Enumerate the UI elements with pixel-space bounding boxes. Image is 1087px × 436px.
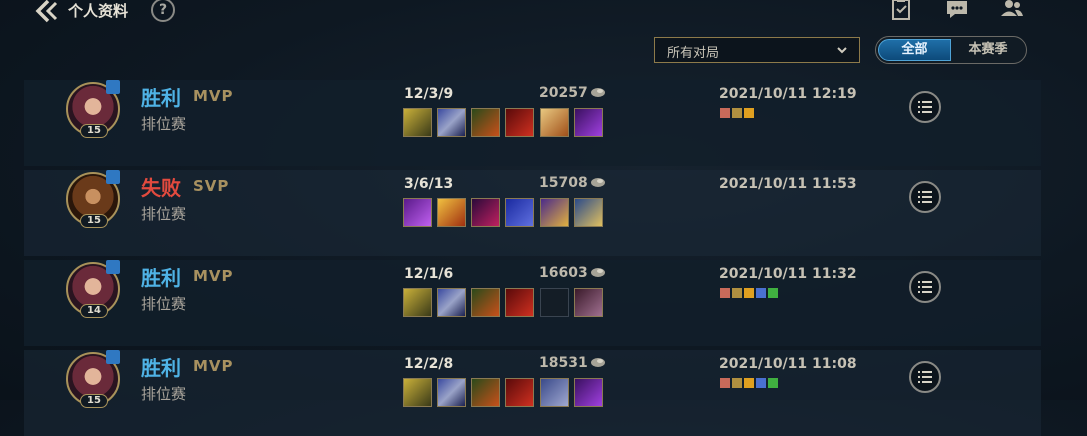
champion-level: 15 [80,214,108,228]
party-icon [106,170,120,184]
rune-icon [732,288,742,298]
rune-icon [768,378,778,388]
champion-level: 14 [80,304,108,318]
game-mode: 排位赛 [141,295,187,313]
clipboard-icon[interactable] [889,0,913,20]
match-row[interactable]: 15 胜利 MVP 排位赛 12/3/9 20257 2021/10/11 12… [24,80,1041,166]
match-row[interactable]: 15 胜利 MVP 排位赛 12/2/8 18531 2021/10/11 11… [24,350,1041,436]
rune-icon [744,108,754,118]
kda: 3/6/13 [404,176,454,192]
item-slot[interactable] [471,288,500,317]
rune-icon [732,108,742,118]
rune-icon [744,288,754,298]
item-slot[interactable] [471,108,500,137]
item-slot[interactable] [403,198,432,227]
rune-icon [732,378,742,388]
top-bar: 个人资料 ? [0,0,1087,28]
party-icon [106,350,120,364]
page-title: 个人资料 [68,2,129,20]
item-slot[interactable] [540,378,569,407]
champion-level: 15 [80,124,108,138]
rune-icon [768,288,778,298]
match-result: 胜利 [141,86,181,110]
rune-icon [720,378,730,388]
champion-level: 15 [80,394,108,408]
question-icon[interactable]: ? [151,0,175,22]
list-icon[interactable] [909,91,941,123]
rune-icon [756,288,766,298]
item-build [403,198,607,229]
gold-amount: 16603 [539,265,588,281]
chat-icon[interactable] [945,0,969,20]
rune-icon [756,378,766,388]
item-build [403,378,607,409]
mvp-badge: MVP [193,87,234,105]
item-slot[interactable] [540,108,569,137]
match-date: 2021/10/11 11:32 [719,266,857,282]
empty-item-slot[interactable] [540,288,569,317]
item-slot[interactable] [437,108,466,137]
item-slot[interactable] [540,198,569,227]
item-slot[interactable] [471,198,500,227]
item-slot[interactable] [505,288,534,317]
game-mode: 排位赛 [141,205,187,223]
item-build [403,108,607,139]
item-slot[interactable] [437,288,466,317]
match-row[interactable]: 14 胜利 MVP 排位赛 12/1/6 16603 2021/10/11 11… [24,260,1041,346]
gold-icon [591,88,605,97]
item-slot[interactable] [471,378,500,407]
item-slot[interactable] [505,108,534,137]
game-mode: 排位赛 [141,385,187,403]
match-result: 胜利 [141,266,181,290]
chevron-down-icon [837,47,847,54]
party-icon [106,260,120,274]
season-toggle: 全部 本赛季 [875,36,1027,64]
chevron-left-icon[interactable] [34,0,62,23]
match-result: 胜利 [141,356,181,380]
item-slot[interactable] [574,378,603,407]
item-slot[interactable] [437,198,466,227]
match-result: 失败 [141,176,181,200]
rune-icon [720,108,730,118]
mvp-badge: MVP [193,357,234,375]
item-slot[interactable] [437,378,466,407]
match-date: 2021/10/11 11:53 [719,176,857,192]
filter-value: 所有对局 [667,46,720,61]
rune-icon [744,378,754,388]
item-slot[interactable] [574,288,603,317]
gold-icon [591,268,605,277]
item-slot[interactable] [403,108,432,137]
item-slot[interactable] [574,108,603,137]
gold-icon [591,178,605,187]
match-filter-dropdown[interactable]: 所有对局 [654,37,860,63]
list-icon[interactable] [909,181,941,213]
gold-icon [591,358,605,367]
tab-this-season[interactable]: 本赛季 [952,39,1024,61]
kda: 12/3/9 [404,86,454,102]
item-build [403,288,607,319]
item-slot[interactable] [403,378,432,407]
svp-badge: SVP [193,177,230,195]
item-slot[interactable] [505,198,534,227]
match-date: 2021/10/11 12:19 [719,86,857,102]
gold-amount: 18531 [539,355,588,371]
kda: 12/2/8 [404,356,454,372]
list-icon[interactable] [909,361,941,393]
item-slot[interactable] [505,378,534,407]
item-slot[interactable] [403,288,432,317]
rune-icon [720,288,730,298]
gold-amount: 20257 [539,85,588,101]
item-slot[interactable] [574,198,603,227]
match-row[interactable]: 15 失败 SVP 排位赛 3/6/13 15708 2021/10/11 11… [24,170,1041,256]
match-date: 2021/10/11 11:08 [719,356,857,372]
game-mode: 排位赛 [141,115,187,133]
party-icon [106,80,120,94]
kda: 12/1/6 [404,266,454,282]
mvp-badge: MVP [193,267,234,285]
gold-amount: 15708 [539,175,588,191]
tab-all[interactable]: 全部 [878,39,951,61]
friends-icon[interactable] [1000,0,1024,20]
list-icon[interactable] [909,271,941,303]
